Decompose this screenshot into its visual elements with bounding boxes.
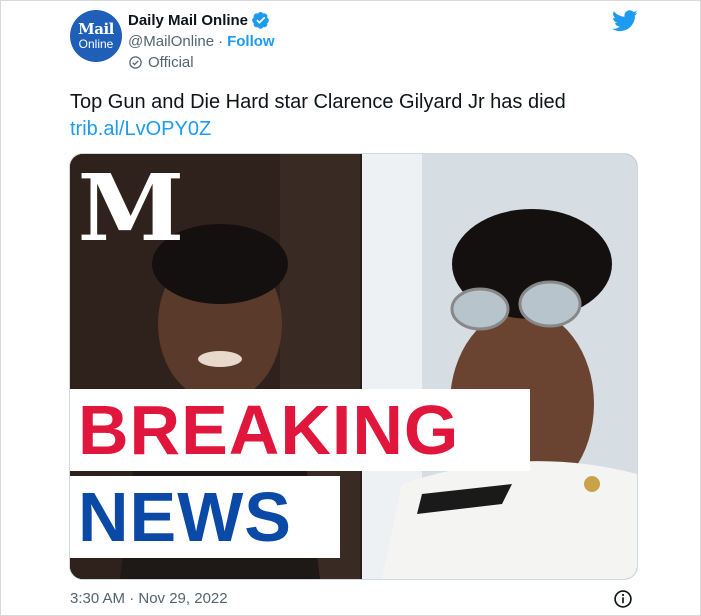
tweet-embed: Mail Online Daily Mail Online @MailOnlin… [0, 0, 701, 616]
breaking-banner: BREAKING [70, 389, 530, 471]
avatar-line-1: Mail [78, 20, 114, 38]
info-icon[interactable] [613, 589, 633, 609]
official-label: Official [148, 54, 194, 71]
official-check-icon [129, 56, 142, 69]
display-name[interactable]: Daily Mail Online [128, 12, 248, 29]
tweet-text: Top Gun and Die Hard star Clarence Gilya… [70, 89, 660, 143]
handle-row: @MailOnline · Follow [128, 33, 275, 50]
photo-right [362, 154, 637, 579]
breaking-text: BREAKING [78, 391, 460, 469]
timestamp[interactable]: 3:30 AM · Nov 29, 2022 [70, 590, 228, 607]
news-text: NEWS [78, 478, 292, 556]
separator-dot: · [218, 33, 224, 50]
daily-mail-logo-icon: M [77, 154, 185, 262]
handle[interactable]: @MailOnline [128, 33, 214, 50]
tweet-body: Top Gun and Die Hard star Clarence Gilya… [70, 91, 566, 113]
avatar[interactable]: Mail Online [70, 10, 122, 62]
news-banner: NEWS [70, 476, 340, 558]
tweet-media-image[interactable]: M BREAKING NEWS [69, 153, 638, 580]
twitter-bird-icon[interactable] [612, 10, 638, 32]
portrait-right-illustration [362, 154, 637, 579]
verified-badge-icon [252, 11, 269, 29]
tweet-link[interactable]: trib.al/LvOPY0Z [70, 116, 660, 143]
display-name-row: Daily Mail Online [128, 11, 270, 29]
avatar-line-2: Online [78, 37, 114, 51]
official-label-row: Official [128, 54, 194, 71]
follow-button[interactable]: Follow [227, 33, 275, 50]
